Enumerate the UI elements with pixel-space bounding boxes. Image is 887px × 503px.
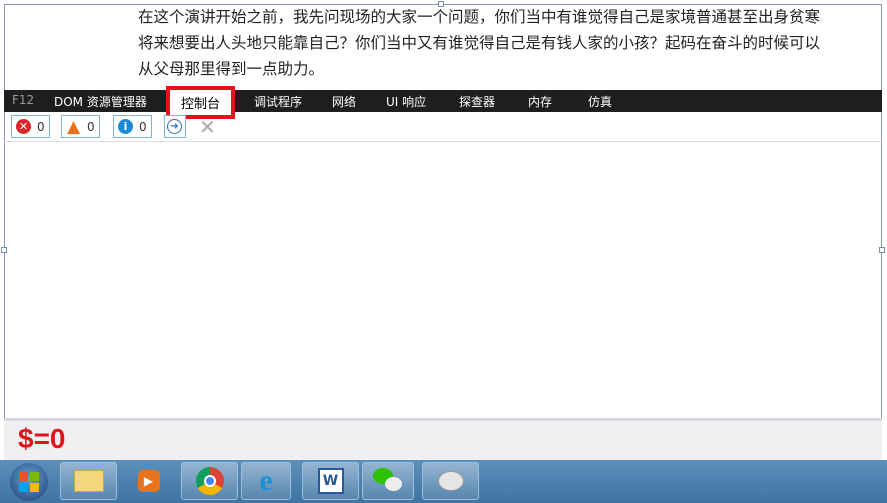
devtools-tabbar: F12 DOM 资源管理器 调试程序 网络 UI 响应 探查器 内存 仿真 xyxy=(4,90,882,112)
word-button[interactable]: W xyxy=(302,462,359,500)
console-toolbar: ✕ 0 ▲ 0 i0 ➜ ✕ xyxy=(4,112,882,142)
folder-icon xyxy=(73,470,104,492)
warning-icon: ▲ xyxy=(66,116,81,137)
start-button[interactable] xyxy=(10,463,48,501)
console-input[interactable]: $=0 xyxy=(4,418,882,460)
tab-network[interactable]: 网络 xyxy=(332,93,356,110)
resize-handle[interactable] xyxy=(879,247,885,253)
chrome-button[interactable] xyxy=(181,462,238,500)
warnings-filter[interactable]: ▲ 0 xyxy=(61,115,100,138)
info-filter[interactable]: i0 xyxy=(113,115,152,138)
error-count: 0 xyxy=(37,119,45,134)
wechat-button[interactable] xyxy=(362,462,414,500)
file-explorer-button[interactable] xyxy=(60,462,117,500)
palette-icon xyxy=(437,471,464,491)
document-text: 在这个演讲开始之前，我先问现场的大家一个问题，你们当中有谁觉得自己是家境普通甚至… xyxy=(138,4,820,82)
tab-profiler[interactable]: 探查器 xyxy=(459,93,495,110)
info-count: 0 xyxy=(139,119,147,134)
warning-count: 0 xyxy=(87,119,95,134)
tab-ui-responsiveness[interactable]: UI 响应 xyxy=(386,93,426,110)
doc-line: 在这个演讲开始之前，我先问现场的大家一个问题，你们当中有谁觉得自己是家境普通甚至… xyxy=(138,8,821,26)
resize-handle[interactable] xyxy=(1,247,7,253)
wechat-icon xyxy=(373,468,403,494)
errors-filter[interactable]: ✕ 0 xyxy=(11,115,50,138)
tab-memory[interactable]: 内存 xyxy=(528,93,552,110)
arrow-right-icon: ➜ xyxy=(167,119,182,134)
ie-button[interactable]: e xyxy=(241,462,291,500)
taskbar: ▶ e W xyxy=(0,460,887,503)
clear-console-icon[interactable]: ✕ xyxy=(199,115,216,139)
console-prompt: $=0 xyxy=(18,423,66,454)
tab-debugger[interactable]: 调试程序 xyxy=(254,93,302,110)
error-icon: ✕ xyxy=(16,119,31,134)
info-icon: i xyxy=(118,119,133,134)
doc-line: 从父母那里得到一点助力。 xyxy=(138,60,325,78)
media-player-button[interactable]: ▶ xyxy=(120,462,177,500)
play-icon: ▶ xyxy=(137,470,160,492)
f12-label: F12 xyxy=(12,93,35,107)
chrome-icon xyxy=(195,467,224,495)
word-icon: W xyxy=(317,468,344,494)
tab-emulation[interactable]: 仿真 xyxy=(588,93,612,110)
ie-icon: e xyxy=(259,464,273,497)
clear-on-navigate-button[interactable]: ➜ xyxy=(164,115,186,138)
doc-line: 将来想要出人头地只能靠自己？你们当中又有谁觉得自己是有钱人家的小孩？起码在奋斗的… xyxy=(138,34,821,52)
paint-button[interactable] xyxy=(422,462,479,500)
tab-dom-explorer[interactable]: DOM 资源管理器 xyxy=(54,93,147,110)
